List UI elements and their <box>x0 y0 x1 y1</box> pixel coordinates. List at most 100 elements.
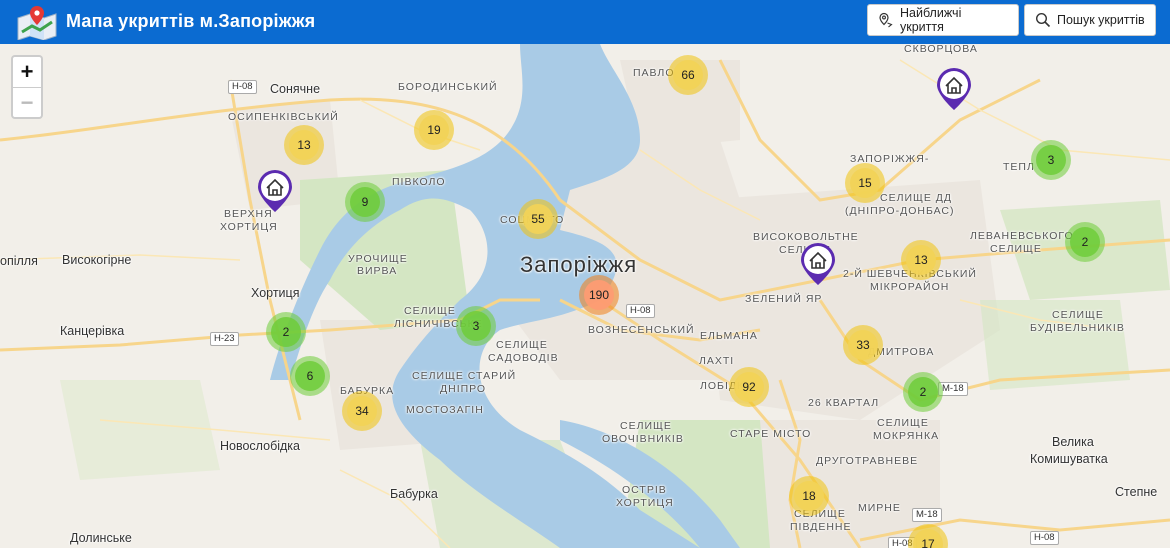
label-druhotravneve: ДРУГОТРАВНЕВЕ <box>816 455 919 467</box>
label-selyshche-m: СЕЛИЩЕ <box>877 417 929 429</box>
label-osypenkivskyi: ОСИПЕНКІВСЬКИЙ <box>228 111 339 123</box>
label-mostozahin: МОСТОЗАГІН <box>406 404 484 416</box>
shelter-pin[interactable] <box>935 66 973 112</box>
cluster-count: 2 <box>271 317 301 347</box>
label-zelenyi-yar: ЗЕЛЕНИЙ ЯР <box>745 293 823 305</box>
road-shield: Н-08 <box>1030 531 1059 545</box>
app-header: Мапа укриттів м.Запоріжжя Найближчі укри… <box>0 0 1170 44</box>
label-sadovodiv: САДОВОДІВ <box>488 352 559 364</box>
label-velyka: Велика <box>1052 435 1094 449</box>
label-novoslobidka: Новослобідка <box>220 439 300 453</box>
label-budivelnykiv: БУДІВЕЛЬНИКІВ <box>1030 322 1125 334</box>
cluster-count: 190 <box>584 280 614 310</box>
label-ovochivnykiv: ОВОЧІВНИКІВ <box>602 433 684 445</box>
label-selyshche-st: СЕЛИЩЕ СТАРИЙ <box>412 370 517 382</box>
label-komyshuvatka: Комишуватка <box>1030 452 1108 466</box>
cluster-count: 55 <box>523 204 553 234</box>
cluster-count: 18 <box>794 481 824 511</box>
cluster-count: 92 <box>734 372 764 402</box>
label-opillia: опілля <box>0 254 38 268</box>
label-selmana: ЕЛЬМАНА <box>700 330 758 342</box>
cluster-count: 13 <box>289 130 319 160</box>
cluster-marker[interactable]: 3 <box>1031 140 1071 180</box>
cluster-marker[interactable]: 2 <box>903 372 943 412</box>
cluster-marker[interactable]: 34 <box>342 391 382 431</box>
cluster-marker[interactable]: 6 <box>290 356 330 396</box>
cluster-count: 6 <box>295 361 325 391</box>
label-khortytsia-o: ХОРТИЦЯ <box>616 497 674 509</box>
label-selyshche-dd: СЕЛИЩЕ ДД <box>880 192 953 204</box>
cluster-count: 3 <box>1036 145 1066 175</box>
cluster-marker[interactable]: 92 <box>729 367 769 407</box>
cluster-marker[interactable]: 9 <box>345 182 385 222</box>
label-kantserivka: Канцерівка <box>60 324 125 338</box>
label-selyshche-bud: СЕЛИЩЕ <box>1052 309 1104 321</box>
cluster-marker[interactable]: 33 <box>843 325 883 365</box>
label-selyshche-l: СЕЛИЩЕ <box>990 243 1042 255</box>
label-borodinskyi: БОРОДИНСЬКИЙ <box>398 81 498 93</box>
map-logo-icon <box>17 6 57 40</box>
label-selyshche-lis: СЕЛИЩЕ <box>404 305 456 317</box>
label-tepli: ТЕПЛ <box>1003 161 1035 173</box>
zoom-out-button[interactable]: − <box>13 88 41 117</box>
label-selyshche-sad: СЕЛИЩЕ <box>496 339 548 351</box>
label-dnipro-donbas: (ДНІПРО-ДОНБАС) <box>845 205 955 217</box>
cluster-marker[interactable]: 15 <box>845 163 885 203</box>
search-icon <box>1035 12 1051 28</box>
label-babyrka-town: Бабурка <box>390 487 438 501</box>
nearest-shelters-button[interactable]: Найближчі укриття <box>867 4 1019 36</box>
cluster-count: 9 <box>350 187 380 217</box>
cluster-count: 2 <box>908 377 938 407</box>
cluster-marker[interactable]: 13 <box>901 240 941 280</box>
road-shield: Н-08 <box>228 80 257 94</box>
label-khortytsia-d: ХОРТИЦЯ <box>220 221 278 233</box>
cluster-count: 3 <box>461 311 491 341</box>
cluster-marker[interactable]: 18 <box>789 476 829 516</box>
label-selyshche-ov: СЕЛИЩЕ <box>620 420 672 432</box>
nearest-shelters-label: Найближчі укриття <box>900 6 962 34</box>
zoom-in-button[interactable]: + <box>13 57 41 88</box>
label-mokrianka: МОКРЯНКА <box>873 430 940 442</box>
label-vyrva: ВИРВА <box>357 265 398 277</box>
cluster-marker[interactable]: 55 <box>518 199 558 239</box>
label-voznesenskyi: ВОЗНЕСЕНСЬКИЙ <box>588 324 695 336</box>
label-myrne: МИРНЕ <box>858 502 901 514</box>
label-stare-misto: СТАРЕ МІСТО <box>730 428 812 440</box>
label-zaporizhzhia: Запоріжжя <box>520 252 638 277</box>
cluster-count: 19 <box>419 115 449 145</box>
label-dnipro: ДНІПРО <box>440 383 487 395</box>
cluster-marker[interactable]: 2 <box>1065 222 1105 262</box>
cluster-marker[interactable]: 19 <box>414 110 454 150</box>
label-kvartal26: 26 КВАРТАЛ <box>808 397 880 409</box>
shelter-pin[interactable] <box>256 168 294 214</box>
cluster-marker[interactable]: 66 <box>668 55 708 95</box>
shelter-pin[interactable] <box>799 241 837 287</box>
label-dolynske: Долинське <box>70 531 132 545</box>
label-ostriv: ОСТРІВ <box>622 484 667 496</box>
map-canvas[interactable]: Сонячне ОСИПЕНКІВСЬКИЙ БОРОДИНСЬКИЙ ПАВЛ… <box>0 44 1170 548</box>
cluster-marker[interactable]: 3 <box>456 306 496 346</box>
app-title: Мапа укриттів м.Запоріжжя <box>66 11 316 31</box>
label-vysokohirne: Високогірне <box>62 253 132 267</box>
cluster-count: 17 <box>913 529 943 548</box>
cluster-count: 34 <box>347 396 377 426</box>
label-lakhti: ЛАХТІ <box>699 355 735 367</box>
zoom-control: + − <box>11 55 43 119</box>
cluster-count: 33 <box>848 330 878 360</box>
label-pivkolo: ПІВКОЛО <box>392 176 446 188</box>
label-soniachne: Сонячне <box>270 82 321 96</box>
cluster-marker[interactable]: 190 <box>579 275 619 315</box>
label-levanevskoho: ЛЕВАНЕВСЬКОГО <box>970 230 1074 242</box>
cluster-marker[interactable]: 13 <box>284 125 324 165</box>
road-shield: Н-23 <box>210 332 239 346</box>
search-shelters-button[interactable]: Пошук укриттів <box>1024 4 1156 36</box>
location-pin-icon <box>879 12 893 28</box>
label-khortytsia: Хортиця <box>251 286 300 300</box>
cluster-count: 13 <box>906 245 936 275</box>
cluster-marker[interactable]: 2 <box>266 312 306 352</box>
road-shield: Н-08 <box>626 304 655 318</box>
label-skvortsova: СКВОРЦОВА <box>904 44 978 55</box>
road-shield: М-18 <box>912 508 942 522</box>
cluster-count: 66 <box>673 60 703 90</box>
cluster-count: 2 <box>1070 227 1100 257</box>
